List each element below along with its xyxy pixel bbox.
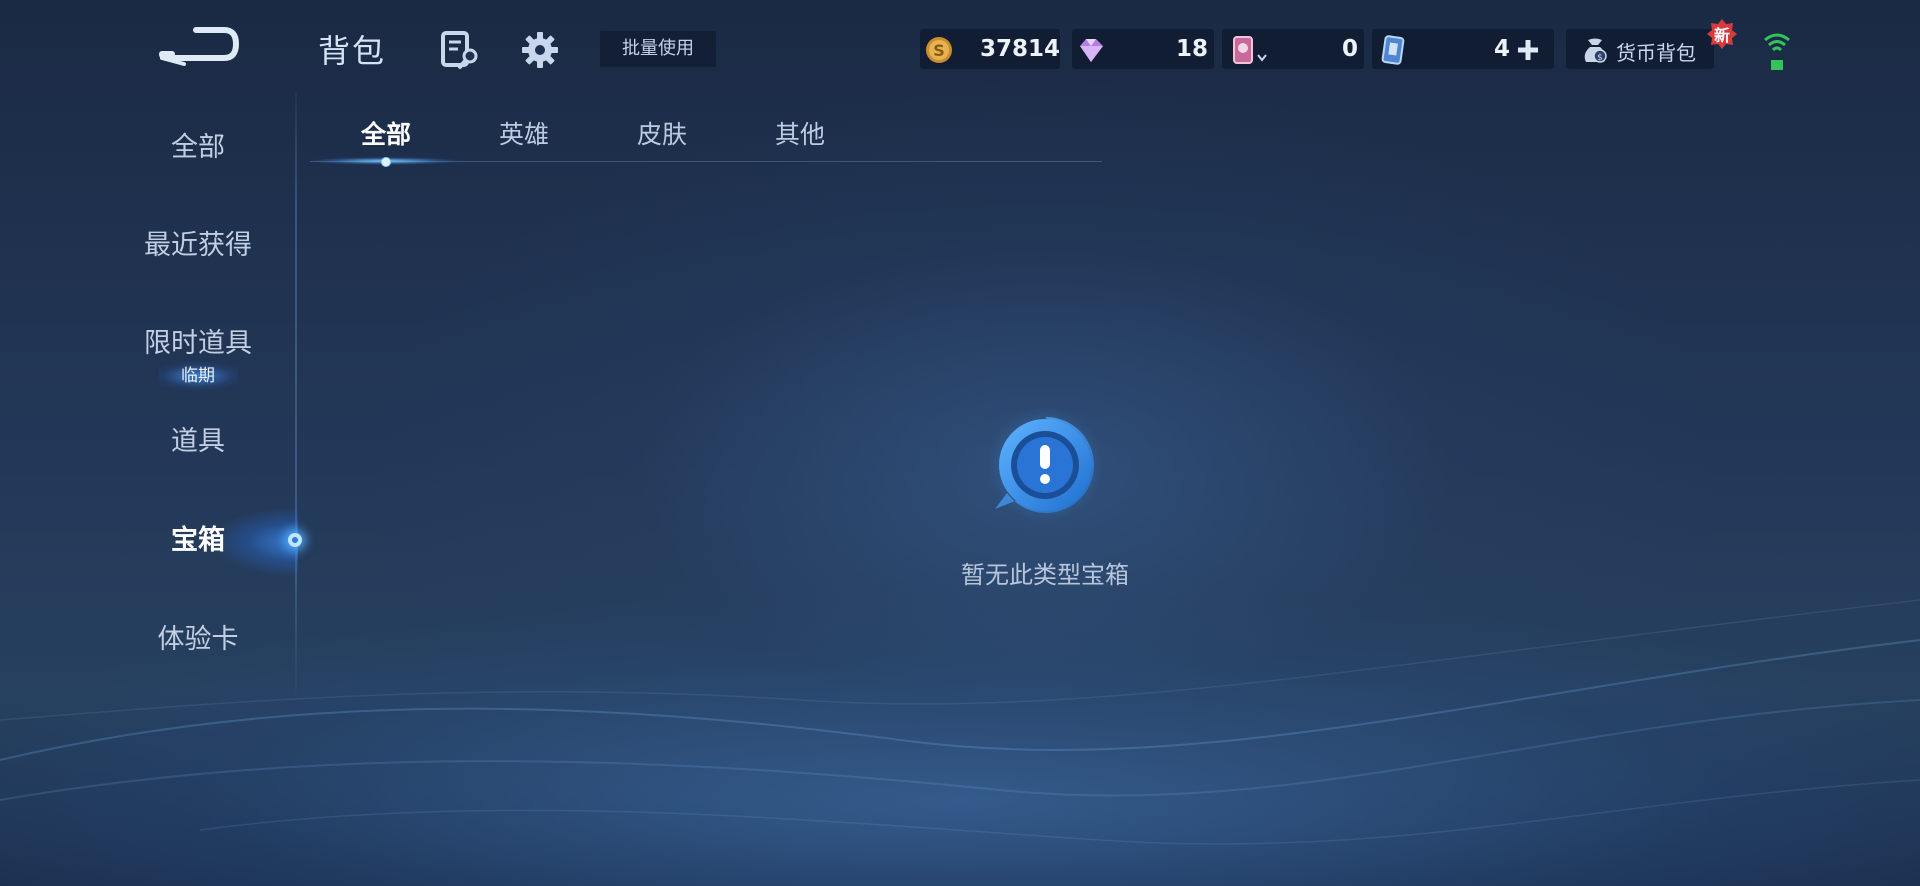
sidebar-divider: [295, 92, 297, 692]
currency-wallet-label: 货币背包: [1616, 41, 1696, 65]
back-arrow-icon[interactable]: [158, 24, 240, 68]
new-badge-label: 新: [1713, 26, 1730, 45]
sidebar-item-trial-card[interactable]: 体验卡: [98, 610, 298, 670]
gold-coin-icon: S: [926, 37, 952, 63]
exclamation-icon: [987, 407, 1103, 523]
chevron-down-icon[interactable]: [1256, 53, 1268, 63]
gold-coin-value: 37814: [980, 36, 1061, 62]
svg-text:$: $: [1597, 53, 1603, 63]
batch-use-button[interactable]: 批量使用: [600, 31, 716, 67]
sidebar-item-recent[interactable]: 最近获得: [98, 216, 298, 276]
sidebar-item-all[interactable]: 全部: [98, 118, 298, 178]
diamond-icon: [1080, 39, 1103, 62]
page-title: 背包: [318, 32, 387, 70]
edit-icon[interactable]: [440, 30, 480, 70]
tab-hero[interactable]: 英雄: [464, 112, 584, 162]
backpack-screen: 背包 批量使用 S 37814 18 0 4 $ 货币背包 新 全部 最近获得 …: [0, 0, 1920, 886]
diamond-value: 18: [1176, 36, 1209, 62]
hero-card-value: 0: [1342, 36, 1359, 62]
diamond-counter: 18: [1072, 29, 1214, 69]
hero-card-counter: 0: [1222, 29, 1364, 69]
tab-active-dot: [381, 157, 391, 167]
tab-other[interactable]: 其他: [740, 112, 860, 162]
sidebar-item-chest[interactable]: 宝箱: [98, 511, 298, 571]
empty-state-message: 暂无此类型宝箱: [961, 561, 1129, 589]
plus-icon[interactable]: [1516, 38, 1540, 62]
skin-card-counter: 4: [1372, 29, 1554, 69]
expiring-badge: 临期: [158, 362, 238, 390]
svg-text:S: S: [933, 41, 945, 60]
money-bag-icon: $: [1584, 38, 1607, 63]
skin-card-icon: [1381, 35, 1405, 65]
tab-all[interactable]: 全部: [326, 112, 446, 162]
skin-card-value: 4: [1494, 36, 1511, 62]
gold-coin-counter: S 37814: [920, 29, 1060, 69]
hero-card-icon: [1233, 36, 1253, 64]
sidebar-item-items[interactable]: 道具: [98, 412, 298, 472]
tab-skin[interactable]: 皮肤: [602, 112, 722, 162]
new-badge: 新: [1706, 18, 1738, 50]
gear-icon[interactable]: [520, 30, 560, 70]
signal-icon: [1764, 33, 1790, 70]
currency-wallet-button[interactable]: $ 货币背包: [1566, 29, 1714, 69]
